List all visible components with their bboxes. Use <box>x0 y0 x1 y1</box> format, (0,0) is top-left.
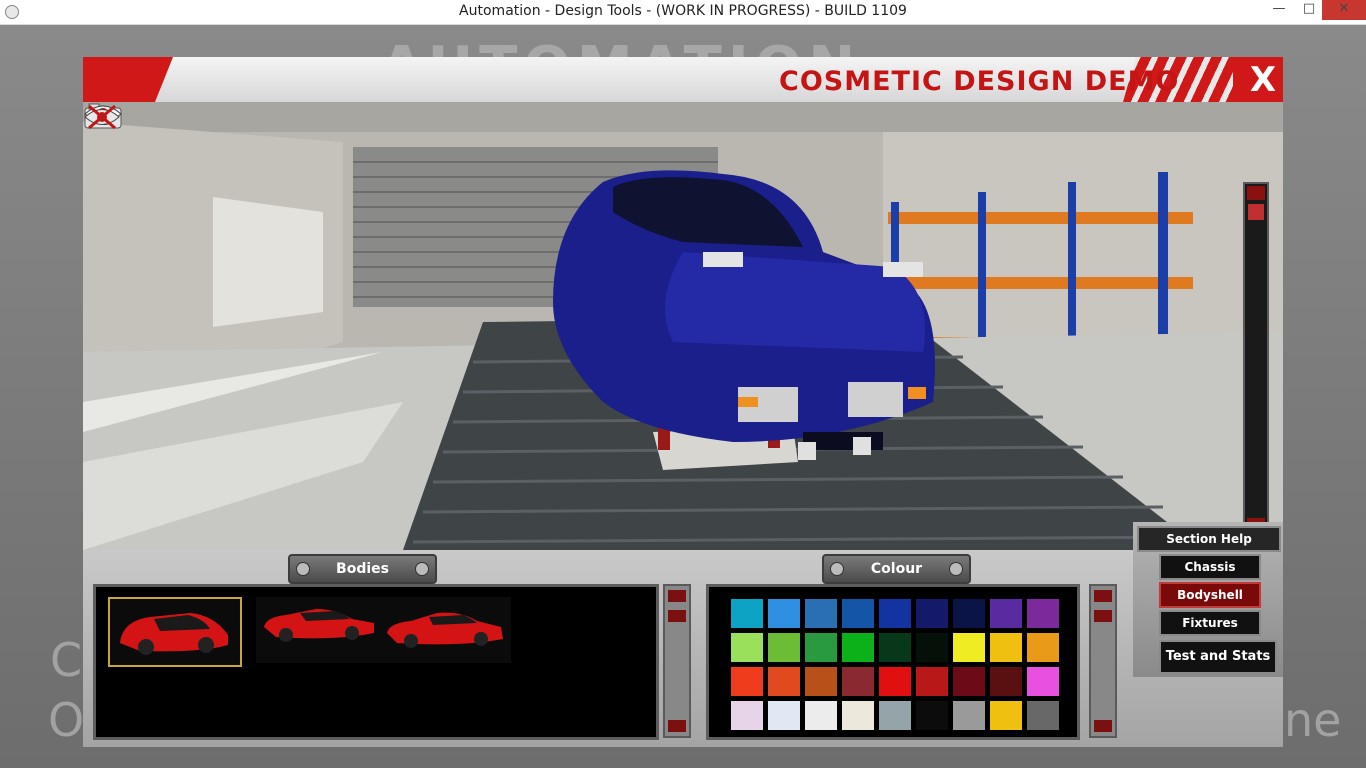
colour-swatch[interactable] <box>731 701 763 730</box>
colour-swatch[interactable] <box>805 633 837 662</box>
maximize-button[interactable]: □ <box>1294 0 1324 20</box>
section-bodyshell-button[interactable]: Bodyshell <box>1159 582 1261 608</box>
scroll-down-arrow[interactable] <box>1094 720 1112 732</box>
colour-swatch[interactable] <box>805 599 837 628</box>
colour-swatch[interactable] <box>768 633 800 662</box>
background-letter: O <box>48 693 85 747</box>
colour-swatch[interactable] <box>842 701 874 730</box>
colour-swatch[interactable] <box>916 633 948 662</box>
colour-header-label: Colour <box>870 561 923 577</box>
colour-header: Colour <box>822 554 971 584</box>
garage-scene <box>83 102 1283 550</box>
colour-swatch[interactable] <box>842 599 874 628</box>
dialog-close-button[interactable]: X <box>1245 62 1281 98</box>
colour-swatch[interactable] <box>879 701 911 730</box>
background-letter: ne <box>1284 693 1342 747</box>
dialog-header: COSMETIC DESIGN DEMO X <box>83 57 1283 104</box>
colour-swatch[interactable] <box>953 701 985 730</box>
colour-swatch[interactable] <box>842 667 874 696</box>
colour-swatch[interactable] <box>731 633 763 662</box>
colour-swatch[interactable] <box>916 599 948 628</box>
colour-swatch[interactable] <box>916 667 948 696</box>
colour-swatch[interactable] <box>953 599 985 628</box>
section-fixtures-button[interactable]: Fixtures <box>1159 610 1261 636</box>
colour-swatch[interactable] <box>805 667 837 696</box>
colour-swatch[interactable] <box>953 667 985 696</box>
colour-swatch[interactable] <box>879 667 911 696</box>
scroll-down-arrow[interactable] <box>668 720 686 732</box>
window-title: Automation - Design Tools - (WORK IN PRO… <box>459 3 907 19</box>
cosmetic-design-dialog: COSMETIC DESIGN DEMO X Bodies Colour Sec… <box>83 57 1283 747</box>
scroll-thumb[interactable] <box>1094 610 1112 622</box>
colour-swatch[interactable] <box>768 701 800 730</box>
minimize-button[interactable]: — <box>1264 0 1294 20</box>
body-item-sedan[interactable] <box>256 597 386 663</box>
header-knob <box>949 562 963 576</box>
header-knob <box>415 562 429 576</box>
colour-swatch[interactable] <box>990 633 1022 662</box>
section-chassis-button[interactable]: Chassis <box>1159 554 1261 580</box>
bottom-panel: Bodies Colour <box>83 550 1283 747</box>
bodies-header-label: Bodies <box>336 561 389 577</box>
colour-swatch[interactable] <box>1027 633 1059 662</box>
colour-swatch[interactable] <box>768 667 800 696</box>
section-menu: Section Help Chassis Bodyshell Fixtures … <box>1133 522 1283 677</box>
colour-swatch[interactable] <box>731 667 763 696</box>
colour-swatch[interactable] <box>879 633 911 662</box>
colour-swatch[interactable] <box>990 599 1022 628</box>
colour-swatch[interactable] <box>1027 701 1059 730</box>
body-item-hatchback[interactable] <box>108 597 242 667</box>
header-knob <box>830 562 844 576</box>
sedan-car-icon <box>264 609 374 642</box>
zoom-scrollbar[interactable] <box>1243 182 1269 536</box>
colour-swatch[interactable] <box>916 701 948 730</box>
colour-swatch[interactable] <box>1027 667 1059 696</box>
background-letter: C <box>50 633 83 687</box>
colour-swatch[interactable] <box>990 701 1022 730</box>
scroll-up-arrow[interactable] <box>1094 590 1112 602</box>
scroll-thumb[interactable] <box>1248 204 1264 220</box>
coupe-car-icon <box>387 612 503 648</box>
dialog-title: COSMETIC DESIGN DEMO <box>779 66 1180 97</box>
test-and-stats-button[interactable]: Test and Stats <box>1159 640 1277 674</box>
colour-swatch[interactable] <box>990 667 1022 696</box>
close-window-button[interactable]: ✕ <box>1322 0 1366 20</box>
colour-swatch[interactable] <box>1027 599 1059 628</box>
colour-swatch[interactable] <box>842 633 874 662</box>
header-knob <box>296 562 310 576</box>
colour-palette <box>706 584 1080 740</box>
colour-swatch[interactable] <box>953 633 985 662</box>
body-item-coupe[interactable] <box>381 597 511 663</box>
colour-swatch[interactable] <box>805 701 837 730</box>
hide-ui-icon[interactable] <box>83 102 121 132</box>
hatchback-car-icon <box>120 613 228 655</box>
scroll-up-arrow[interactable] <box>1247 186 1265 200</box>
scroll-up-arrow[interactable] <box>668 590 686 602</box>
colour-swatch[interactable] <box>879 599 911 628</box>
scroll-thumb[interactable] <box>668 610 686 622</box>
colour-swatch[interactable] <box>731 599 763 628</box>
colour-scrollbar[interactable] <box>1089 584 1117 738</box>
bodies-header: Bodies <box>288 554 437 584</box>
section-help-button[interactable]: Section Help <box>1137 526 1281 552</box>
3d-viewport[interactable] <box>83 102 1283 550</box>
header-stripe <box>83 57 173 102</box>
bodies-scrollbar[interactable] <box>663 584 691 738</box>
colour-swatch[interactable] <box>768 599 800 628</box>
window-title-bar: Automation - Design Tools - (WORK IN PRO… <box>0 0 1366 25</box>
bodies-list <box>93 584 659 740</box>
